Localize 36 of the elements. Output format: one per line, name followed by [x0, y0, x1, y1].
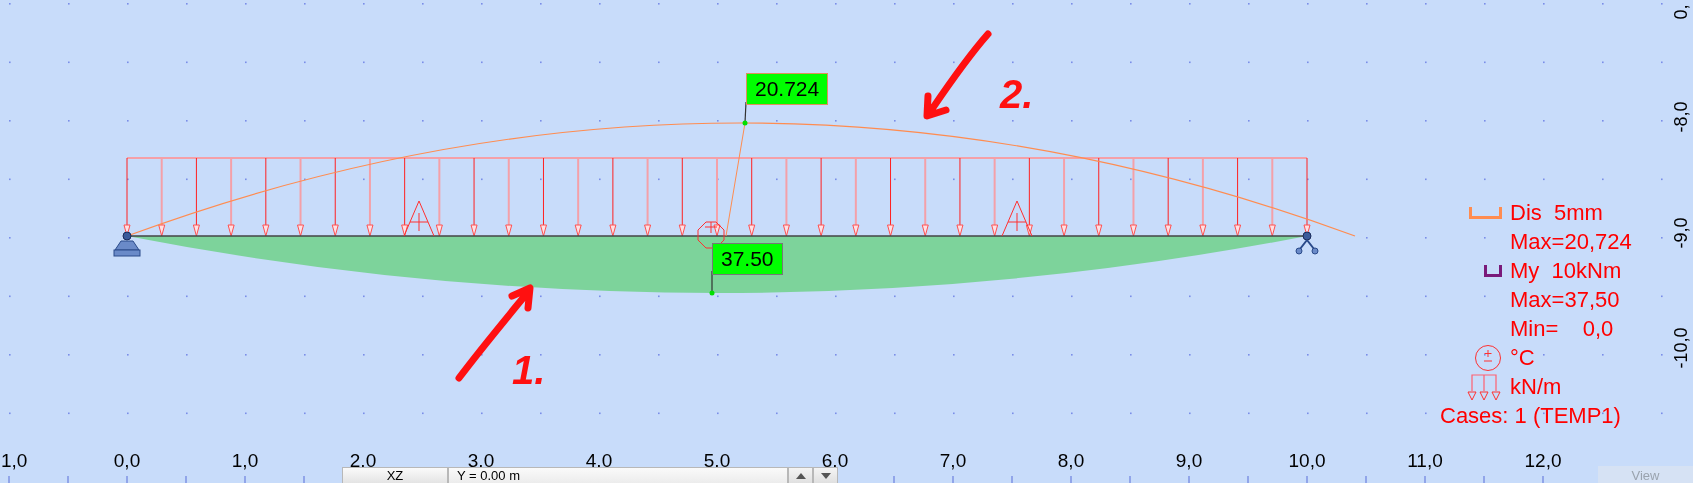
axis-label: 6,0	[821, 450, 849, 472]
up-triangle-icon	[795, 472, 806, 479]
legend-text: Max=20,724	[1510, 228, 1632, 255]
axis-label: -10,0	[1670, 327, 1692, 369]
legend-text: My 10kNm	[1510, 257, 1622, 284]
bracket-icon	[1484, 264, 1502, 277]
scroll-up-button[interactable]	[788, 467, 813, 483]
axis-label: 11,0	[1407, 450, 1443, 472]
axis-label: 1,0	[1, 450, 28, 472]
legend-text: Min= 0,0	[1510, 315, 1614, 342]
plane-tab[interactable]: XZ	[342, 467, 448, 483]
annotation-number: 2.	[1000, 72, 1034, 117]
bracket-icon	[1469, 206, 1502, 219]
annotation-number: 1.	[512, 348, 546, 393]
axis-label: -8,0	[1670, 101, 1692, 133]
axis-label: 0,	[1670, 4, 1692, 20]
legend-text: °C	[1510, 344, 1535, 371]
load-cases-label: Cases: 1 (TEMP1)	[1440, 403, 1621, 429]
axis-label: 7,0	[939, 450, 967, 472]
legend-text: kN/m	[1510, 373, 1562, 400]
position-field: Y = 0.00 m	[448, 467, 788, 483]
down-triangle-icon	[820, 472, 831, 479]
axis-label: 1,0	[231, 450, 259, 472]
axis-label: 10,0	[1288, 450, 1326, 472]
plus-minus-circle-icon	[1474, 343, 1502, 372]
scroll-down-button[interactable]	[813, 467, 838, 483]
value-label: 37.50	[712, 243, 783, 275]
axis-label: 12,0	[1524, 450, 1562, 472]
legend-text: Max=37,50	[1510, 286, 1620, 313]
distributed-load-icon	[1467, 372, 1502, 401]
axis-label: 9,0	[1175, 450, 1203, 472]
legend-text: Dis 5mm	[1510, 199, 1603, 226]
axis-label: 8,0	[1057, 450, 1085, 472]
axis-label: -9,0	[1670, 217, 1692, 248]
axis-label: 0,0	[113, 450, 141, 472]
value-label: 20.724	[746, 73, 829, 105]
